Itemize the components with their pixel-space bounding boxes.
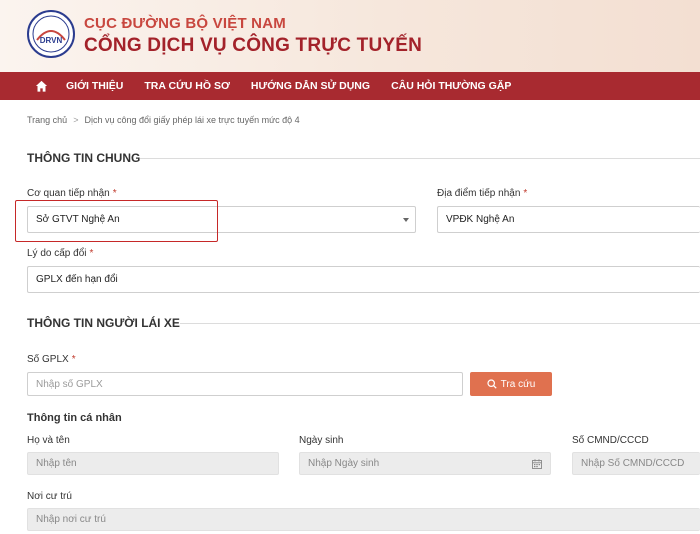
full-name-placeholder: Nhập tên <box>36 458 77 469</box>
receiving-location-value: VPĐK Nghệ An <box>446 214 515 225</box>
logo-text: DRVN <box>40 36 63 45</box>
driver-info-title: THÔNG TIN NGƯỜI LÁI XE <box>27 316 180 330</box>
main-nav: GIỚI THIỆU TRA CỨU HỒ SƠ HƯỚNG DẪN SỬ DỤ… <box>0 72 700 100</box>
breadcrumb-home[interactable]: Trang chủ <box>27 115 67 125</box>
search-button[interactable]: Tra cứu <box>470 372 552 396</box>
reason-label: Lý do cấp đổi * <box>27 248 94 259</box>
calendar-icon[interactable] <box>532 458 542 469</box>
nav-item-about[interactable]: GIỚI THIỆU <box>66 80 123 92</box>
dob-placeholder: Nhập Ngày sinh <box>308 458 380 469</box>
dob-label: Ngày sinh <box>299 435 344 446</box>
license-no-placeholder: Nhập số GPLX <box>36 378 103 390</box>
reason-value: GPLX đến hạn đổi <box>36 274 118 285</box>
section-divider <box>140 158 700 159</box>
full-name-label: Họ và tên <box>27 435 70 446</box>
breadcrumb: Trang chủ > Dịch vụ công đổi giấy phép l… <box>27 115 300 125</box>
org-name: CỤC ĐƯỜNG BỘ VIỆT NAM <box>84 15 286 32</box>
receiving-location-field[interactable]: VPĐK Nghệ An <box>437 206 700 233</box>
drvn-logo[interactable]: DRVN <box>27 10 75 58</box>
search-button-label: Tra cứu <box>500 378 536 390</box>
license-no-label: Số GPLX * <box>27 354 76 365</box>
nav-item-guide[interactable]: HƯỚNG DẪN SỬ DỤNG <box>251 80 370 92</box>
section-divider <box>180 323 700 324</box>
highlight-annotation <box>15 200 218 242</box>
residence-input[interactable]: Nhập nơi cư trú <box>27 508 700 531</box>
personal-info-title: Thông tin cá nhân <box>27 412 122 424</box>
id-number-label: Số CMND/CCCD <box>572 435 649 446</box>
reason-field[interactable]: GPLX đến hạn đổi <box>27 266 700 293</box>
residence-placeholder: Nhập nơi cư trú <box>36 514 106 525</box>
receiving-agency-label: Cơ quan tiếp nhận * <box>27 188 117 199</box>
receiving-location-label: Địa điểm tiếp nhận * <box>437 188 528 199</box>
id-number-input[interactable]: Nhập Số CMND/CCCD <box>572 452 700 475</box>
nav-item-faq[interactable]: CÂU HỎI THƯỜNG GẶP <box>391 80 511 92</box>
dob-input[interactable]: Nhập Ngày sinh <box>299 452 551 475</box>
home-icon[interactable] <box>35 80 48 93</box>
portal-name: CỔNG DỊCH VỤ CÔNG TRỰC TUYẾN <box>84 35 423 56</box>
id-number-placeholder: Nhập Số CMND/CCCD <box>581 458 685 469</box>
site-header: DRVN CỤC ĐƯỜNG BỘ VIỆT NAM CỔNG DỊCH VỤ … <box>0 0 700 72</box>
general-info-title: THÔNG TIN CHUNG <box>27 151 141 165</box>
breadcrumb-current: Dịch vụ công đổi giấy phép lái xe trực t… <box>84 115 300 125</box>
breadcrumb-separator: > <box>73 115 79 125</box>
full-name-input[interactable]: Nhập tên <box>27 452 279 475</box>
search-icon <box>487 379 497 389</box>
nav-item-lookup[interactable]: TRA CỨU HỒ SƠ <box>144 80 230 92</box>
license-no-input[interactable]: Nhập số GPLX <box>27 372 463 396</box>
chevron-down-icon <box>403 217 409 222</box>
residence-label: Nơi cư trú <box>27 491 72 502</box>
